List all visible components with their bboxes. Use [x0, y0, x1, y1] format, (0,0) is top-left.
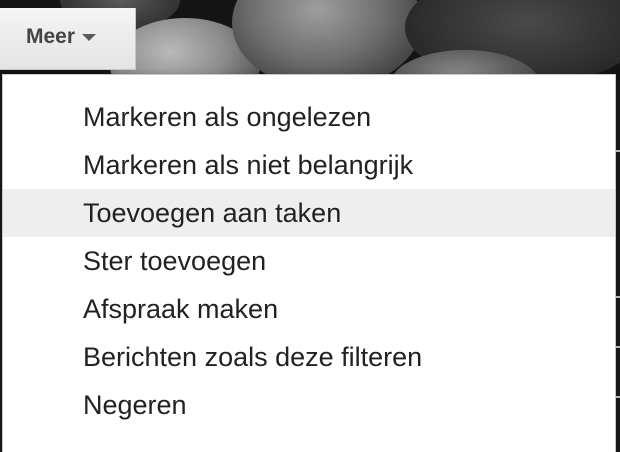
divider	[616, 296, 620, 298]
stone-shape	[232, 0, 422, 80]
menu-item-add-star[interactable]: Ster toevoegen	[3, 237, 615, 285]
menu-item-filter-messages[interactable]: Berichten zoals deze filteren	[3, 333, 615, 381]
divider	[616, 150, 620, 152]
menu-item-add-to-tasks[interactable]: Toevoegen aan taken	[3, 189, 615, 237]
more-dropdown-menu: Markeren als ongelezen Markeren als niet…	[2, 74, 616, 452]
more-button[interactable]: Meer	[0, 8, 136, 70]
divider	[616, 396, 620, 398]
menu-item-mark-unread[interactable]: Markeren als ongelezen	[3, 93, 615, 141]
more-button-label: Meer	[26, 25, 76, 48]
divider	[616, 346, 620, 348]
chevron-down-icon	[82, 34, 97, 41]
menu-item-mute[interactable]: Negeren	[3, 381, 615, 429]
menu-item-create-event[interactable]: Afspraak maken	[3, 285, 615, 333]
menu-item-mark-not-important[interactable]: Markeren als niet belangrijk	[3, 141, 615, 189]
